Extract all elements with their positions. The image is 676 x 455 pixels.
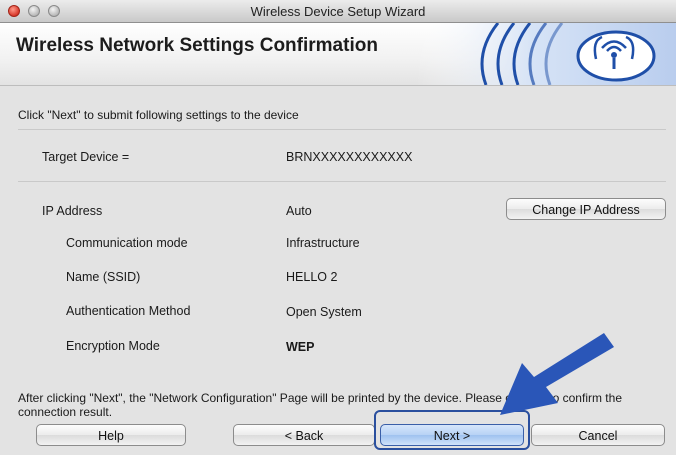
ssid-label: Name (SSID) — [66, 270, 141, 284]
change-ip-address-button[interactable]: Change IP Address — [506, 198, 666, 220]
encryption-mode-label: Encryption Mode — [66, 339, 160, 353]
pointer-arrow-icon — [500, 333, 614, 415]
target-device-value: BRNXXXXXXXXXXXX — [286, 150, 413, 164]
cancel-button[interactable]: Cancel — [531, 424, 665, 446]
authentication-method-label: Authentication Method — [66, 304, 191, 318]
back-button[interactable]: < Back — [233, 424, 375, 446]
wizard-header: Wireless Network Settings Confirmation — [0, 23, 676, 86]
authentication-method-value: Open System — [286, 305, 362, 319]
help-button[interactable]: Help — [36, 424, 186, 446]
communication-mode-label: Communication mode — [66, 236, 188, 250]
divider — [18, 181, 666, 182]
encryption-mode-value: WEP — [286, 340, 315, 354]
ssid-value: HELLO 2 — [286, 270, 338, 284]
instruction-text: Click "Next" to submit following setting… — [18, 108, 299, 122]
divider — [18, 129, 666, 130]
wireless-signal-icon — [416, 23, 676, 85]
window-titlebar: Wireless Device Setup Wizard — [0, 0, 676, 23]
ip-address-value: Auto — [286, 204, 312, 218]
communication-mode-value: Infrastructure — [286, 236, 360, 250]
page-title: Wireless Network Settings Confirmation — [16, 35, 378, 56]
ip-address-label: IP Address — [42, 204, 103, 218]
window-title: Wireless Device Setup Wizard — [250, 4, 426, 19]
target-device-label: Target Device = — [42, 150, 130, 164]
